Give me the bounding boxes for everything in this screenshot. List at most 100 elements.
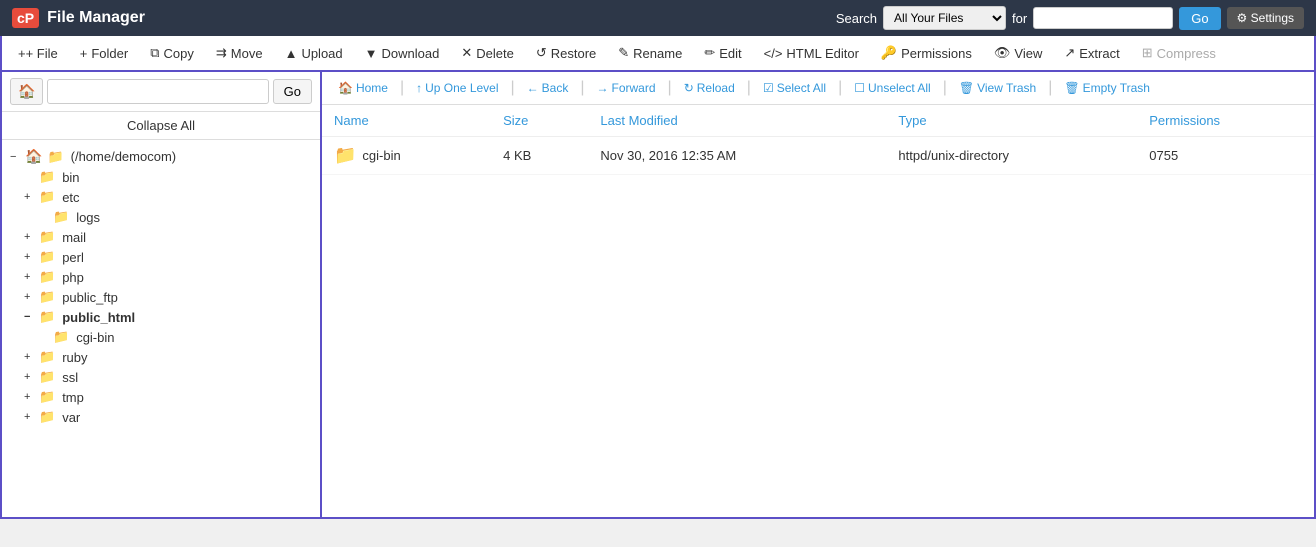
view-icon: 👁: [994, 45, 1011, 61]
forward-button[interactable]: → Forward: [589, 77, 664, 99]
table-row[interactable]: 📁 cgi-bin 4 KB Nov 30, 2016 12:35 AM htt…: [322, 137, 1314, 175]
compress-button[interactable]: ⊞ Compress: [1132, 40, 1226, 66]
tree-item-label: public_ftp: [62, 290, 118, 305]
permissions-icon: 🔑: [881, 45, 897, 61]
up-icon: ↑: [416, 81, 422, 95]
home-action-button[interactable]: 🏠 Home: [330, 77, 396, 99]
permissions-button[interactable]: 🔑 Permissions: [871, 40, 982, 66]
file-icon: +: [18, 46, 26, 61]
download-icon: ▼: [365, 46, 378, 61]
path-go-button[interactable]: Go: [273, 79, 312, 104]
html-editor-button[interactable]: </> HTML Editor: [754, 41, 869, 66]
tree-item[interactable]: +📁var: [10, 407, 312, 427]
folder-icon: 📁: [47, 149, 63, 165]
up-one-level-button[interactable]: ↑ Up One Level: [408, 77, 506, 99]
empty-trash-button[interactable]: 🗑 Empty Trash: [1056, 77, 1158, 99]
restore-icon: ↺: [536, 45, 547, 61]
select-all-label: Select All: [777, 81, 826, 95]
expand-icon: +: [24, 351, 36, 363]
tree-item-label: perl: [62, 250, 84, 265]
edit-button[interactable]: ✏ Edit: [694, 40, 751, 66]
folder-icon: 📁: [53, 209, 69, 225]
tree-item-label: etc: [62, 190, 79, 205]
collapse-all-button[interactable]: Collapse All: [2, 112, 320, 139]
expand-icon: +: [24, 271, 36, 283]
tree-item[interactable]: +📁 ssl: [10, 367, 312, 387]
expand-icon: +: [24, 291, 36, 303]
brand: cP File Manager: [12, 8, 145, 28]
rename-button[interactable]: ✎ Rename: [608, 40, 692, 66]
tree-item[interactable]: −📁public_html: [10, 307, 312, 327]
tree-item-label: ruby: [62, 350, 87, 365]
reload-label: Reload: [697, 81, 735, 95]
extract-icon: ↗: [1064, 45, 1075, 61]
delete-button[interactable]: ✕ Delete: [451, 40, 523, 66]
col-name[interactable]: Name: [322, 105, 491, 137]
for-label: for: [1012, 11, 1027, 26]
tree-item[interactable]: 📁bin: [10, 167, 312, 187]
path-home-button[interactable]: 🏠: [10, 78, 43, 105]
view-button[interactable]: 👁 View: [984, 40, 1052, 66]
new-folder-button[interactable]: + Folder: [70, 41, 138, 66]
col-last-modified[interactable]: Last Modified: [588, 105, 886, 137]
forward-icon: →: [597, 81, 609, 95]
expand-icon: −: [24, 311, 36, 323]
copy-button[interactable]: ⧉ Copy: [140, 40, 204, 66]
reload-button[interactable]: ↻ Reload: [676, 77, 743, 99]
tree-item[interactable]: 📁cgi-bin: [10, 327, 312, 347]
folder-icon: 📁: [39, 249, 55, 265]
unselect-all-button[interactable]: ☐ Unselect All: [846, 77, 938, 99]
col-type[interactable]: Type: [886, 105, 1137, 137]
download-label: Download: [382, 46, 440, 61]
tree-item[interactable]: −🏠📁(/home/democom): [10, 146, 312, 167]
delete-label: Delete: [476, 46, 514, 61]
col-permissions[interactable]: Permissions: [1137, 105, 1314, 137]
expand-icon: +: [24, 391, 36, 403]
search-go-button[interactable]: Go: [1179, 7, 1220, 30]
extract-button[interactable]: ↗ Extract: [1054, 40, 1129, 66]
separator-2: |: [509, 79, 517, 97]
back-button[interactable]: ← Back: [519, 77, 577, 99]
folder-icon: 📁: [39, 189, 55, 205]
tree-item[interactable]: +📁perl: [10, 247, 312, 267]
folder-icon: 📁: [39, 309, 55, 325]
restore-button[interactable]: ↺ Restore: [526, 40, 606, 66]
compress-label: Compress: [1157, 46, 1216, 61]
tree-item[interactable]: 📁logs: [10, 207, 312, 227]
html-editor-icon: </>: [764, 46, 783, 61]
tree-item[interactable]: +📁ruby: [10, 347, 312, 367]
view-trash-button[interactable]: 🗑 View Trash: [951, 77, 1044, 99]
download-button[interactable]: ▼ Download: [355, 41, 450, 66]
tree-item-label: bin: [62, 170, 79, 185]
tree-item-label: mail: [62, 230, 86, 245]
folder-icon: 📁: [39, 369, 55, 385]
search-input[interactable]: [1033, 7, 1173, 29]
copy-label: Copy: [164, 46, 194, 61]
upload-button[interactable]: ▲ Upload: [275, 41, 353, 66]
tree-item[interactable]: +📁mail: [10, 227, 312, 247]
select-all-button[interactable]: ☑ Select All: [755, 77, 834, 99]
file-label: + File: [26, 46, 58, 61]
expand-icon: +: [24, 371, 36, 383]
home-folder-icon: 🏠: [25, 148, 42, 165]
extract-label: Extract: [1079, 46, 1119, 61]
folder-icon: 📁: [53, 329, 69, 345]
new-file-button[interactable]: + + File: [8, 41, 68, 66]
main-layout: 🏠 public_html Go Collapse All −🏠📁(/home/…: [0, 72, 1316, 519]
tree-item-label: ssl: [62, 370, 78, 385]
reload-icon: ↻: [684, 81, 694, 95]
tree-item[interactable]: +📁public_ftp: [10, 287, 312, 307]
folder-plus-icon: +: [80, 46, 88, 61]
edit-icon: ✏: [704, 45, 715, 61]
path-input[interactable]: public_html: [47, 79, 268, 104]
restore-label: Restore: [551, 46, 597, 61]
topbar: cP File Manager Search All Your FilesFil…: [0, 0, 1316, 36]
col-size[interactable]: Size: [491, 105, 588, 137]
tree-item[interactable]: +📁tmp: [10, 387, 312, 407]
settings-button[interactable]: ⚙ Settings: [1227, 7, 1304, 29]
move-button[interactable]: ⇉ Move: [206, 40, 273, 66]
tree-item[interactable]: +📁php: [10, 267, 312, 287]
search-scope-select[interactable]: All Your FilesFile Names OnlyFile Conten…: [883, 6, 1006, 30]
up-one-level-label: Up One Level: [425, 81, 498, 95]
tree-item[interactable]: +📁etc: [10, 187, 312, 207]
